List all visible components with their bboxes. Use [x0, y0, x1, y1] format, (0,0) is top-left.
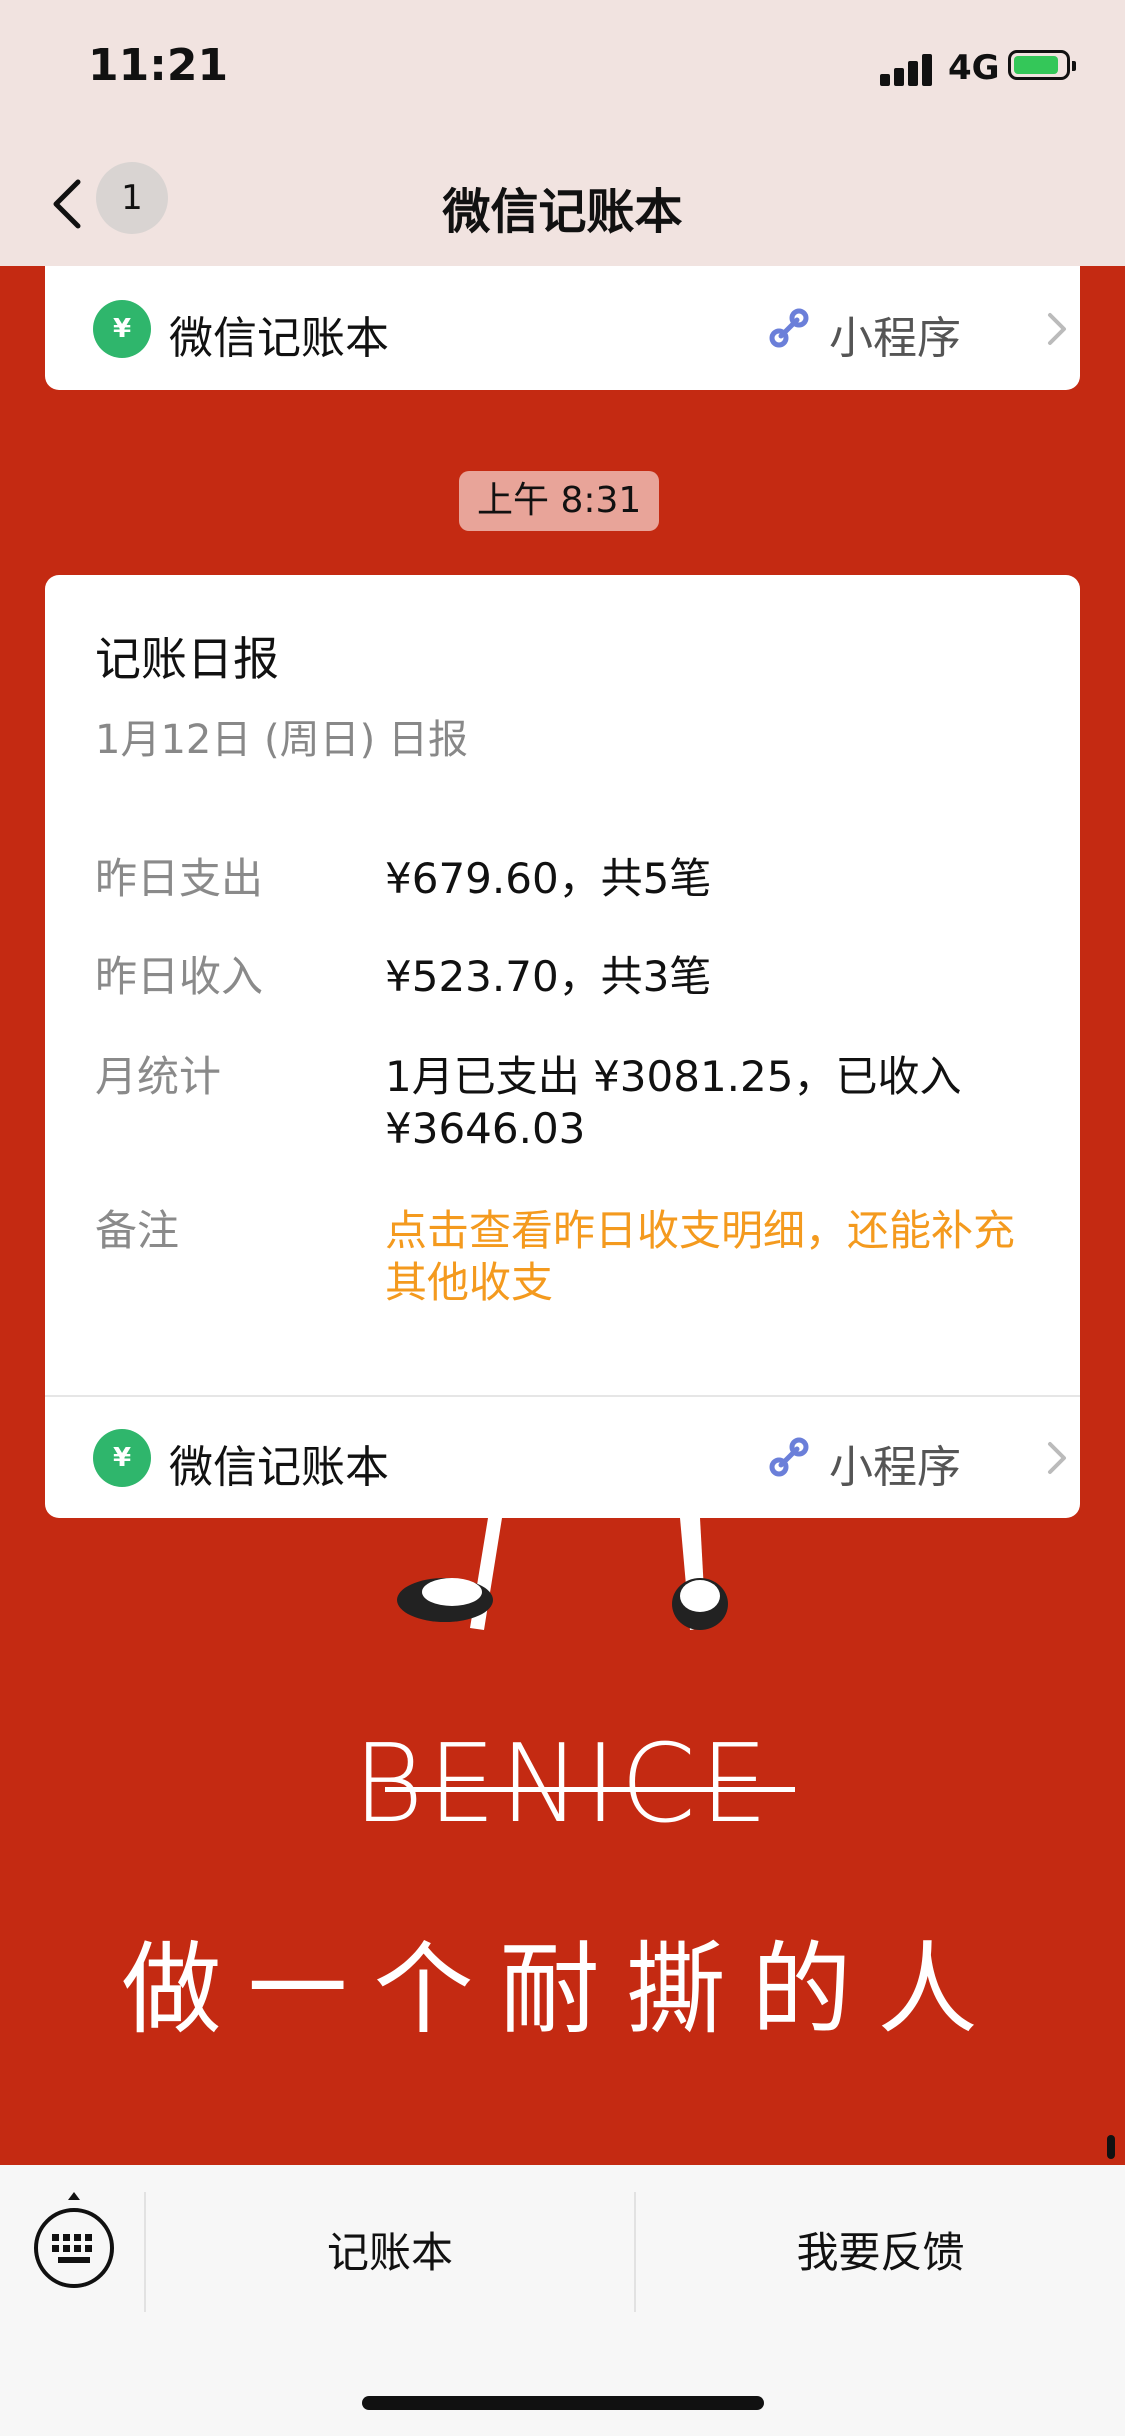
brand-strikethrough — [385, 1787, 795, 1792]
row-label: 备注 — [95, 1206, 180, 1255]
status-time: 11:21 — [88, 40, 229, 91]
keyboard-icon[interactable] — [30, 2192, 118, 2292]
scrollbar-thumb[interactable] — [1107, 2135, 1115, 2159]
miniapp-name: 微信记账本 — [169, 1442, 389, 1493]
wallpaper-brand-text: BENICE — [352, 1722, 773, 1847]
row-label: 月统计 — [95, 1052, 222, 1101]
chevron-right-icon — [1048, 313, 1066, 345]
view-details-link[interactable]: 点击查看昨日收支明细，还能补充 其他收支 — [385, 1205, 1075, 1309]
row-value: 1月已支出 ¥3081.25，已收入 ¥3646.03 — [385, 1051, 1075, 1155]
row-value-line: 其他收支 — [385, 1258, 554, 1307]
miniapp-name: 微信记账本 — [169, 313, 389, 364]
miniprogram-link-icon — [769, 1437, 809, 1477]
miniapp-footer[interactable]: ¥ 微信记账本 小程序 — [45, 1395, 1080, 1519]
chevron-right-icon — [1048, 1442, 1066, 1474]
menu-item-feedback[interactable]: 我要反馈 — [636, 2218, 1125, 2288]
miniapp-footer[interactable]: ¥ 微信记账本 小程序 — [45, 266, 1080, 390]
miniprogram-tag: 小程序 — [829, 313, 961, 364]
row-label: 昨日收入 — [95, 952, 264, 1001]
row-value-line: ¥3646.03 — [385, 1104, 586, 1153]
ledger-logo-icon: ¥ — [93, 300, 151, 358]
wallpaper-slogan: 做一个耐撕的人 — [121, 1931, 1004, 2048]
miniprogram-link-icon — [769, 308, 809, 348]
row-label: 昨日支出 — [95, 854, 264, 903]
daily-report-card[interactable]: 记账日报 1月12日 (周日) 日报 昨日支出 ¥679.60，共5笔 昨日收入… — [45, 575, 1080, 1518]
battery-icon — [1008, 50, 1076, 80]
row-value: ¥523.70，共3笔 — [385, 952, 712, 1001]
miniapp-card-top[interactable]: ¥ 微信记账本 小程序 — [45, 266, 1080, 390]
row-value-line: 点击查看昨日收支明细，还能补充 — [385, 1206, 1016, 1255]
page-title: 微信记账本 — [442, 184, 683, 240]
message-timestamp: 上午 8:31 — [459, 471, 660, 531]
row-value-line: 1月已支出 ¥3081.25，已收入 — [385, 1052, 962, 1101]
report-title: 记账日报 — [95, 632, 279, 686]
signal-icon — [880, 52, 936, 86]
status-bar: 11:21 4G — [0, 0, 1125, 140]
row-value: ¥679.60，共5笔 — [385, 854, 712, 903]
ledger-logo-icon: ¥ — [93, 1429, 151, 1487]
network-type: 4G — [948, 48, 1000, 88]
home-indicator[interactable] — [362, 2396, 764, 2410]
report-subtitle: 1月12日 (周日) 日报 — [95, 717, 468, 763]
miniprogram-tag: 小程序 — [829, 1442, 961, 1493]
menu-item-ledger[interactable]: 记账本 — [146, 2218, 634, 2288]
